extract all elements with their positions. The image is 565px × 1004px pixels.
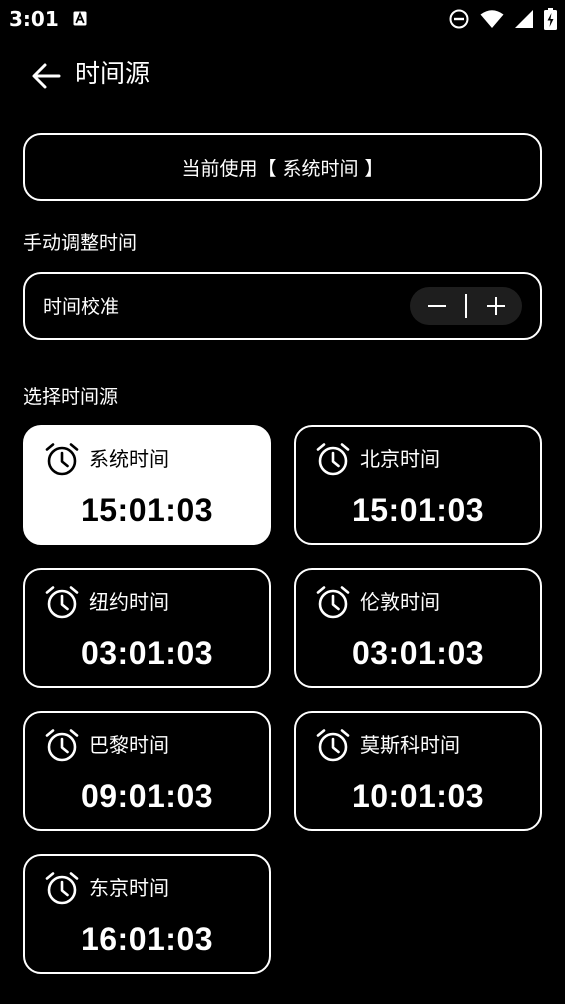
screen: 3:01 时间源 当前使用【 系统时间 】 手动调整时间 时间校准 选择时间源 … [0, 0, 565, 1004]
time-source-card[interactable]: 北京时间 15:01:03 [294, 425, 542, 545]
wifi-icon [480, 10, 504, 28]
time-source-card[interactable]: 伦敦时间 03:01:03 [294, 568, 542, 688]
alarm-clock-icon [316, 443, 350, 476]
plus-icon [487, 297, 505, 315]
source-time: 10:01:03 [351, 778, 485, 814]
source-time: 16:01:03 [80, 921, 214, 957]
stepper-divider [465, 294, 467, 318]
calibration-stepper [410, 287, 522, 325]
source-time: 03:01:03 [351, 635, 485, 671]
status-icons [448, 8, 557, 30]
arrow-left-icon [32, 63, 61, 89]
alarm-clock-icon [45, 729, 79, 762]
dnd-icon [449, 9, 469, 29]
a-notification-icon [73, 11, 87, 26]
back-button[interactable] [26, 56, 66, 96]
status-time: 3:01 [9, 7, 59, 31]
source-time: 03:01:03 [80, 635, 214, 671]
source-time: 15:01:03 [80, 492, 214, 528]
source-name: 莫斯科时间 [360, 733, 460, 757]
source-name: 系统时间 [89, 447, 169, 471]
alarm-clock-icon [316, 586, 350, 619]
time-calibration-label: 时间校准 [43, 296, 120, 318]
alarm-clock-icon [45, 443, 79, 476]
alarm-clock-icon [45, 586, 79, 619]
alarm-clock-icon [45, 872, 79, 905]
time-source-card[interactable]: 系统时间 15:01:03 [23, 425, 271, 545]
source-time: 09:01:03 [80, 778, 214, 814]
manual-adjust-section-label: 手动调整时间 [23, 232, 138, 254]
time-source-card[interactable]: 东京时间 16:01:03 [23, 854, 271, 974]
battery-charging-icon [544, 8, 557, 30]
time-calibration-row: 时间校准 [23, 272, 542, 340]
status-bar: 3:01 [0, 0, 565, 38]
select-source-section-label: 选择时间源 [23, 386, 119, 408]
increase-button[interactable] [477, 287, 515, 325]
current-source-button[interactable]: 当前使用【 系统时间 】 [23, 133, 542, 201]
source-name: 巴黎时间 [89, 733, 169, 757]
current-source-label: 当前使用【 系统时间 】 [181, 157, 384, 180]
alarm-clock-icon [316, 729, 350, 762]
source-time: 15:01:03 [351, 492, 485, 528]
time-source-card[interactable]: 巴黎时间 09:01:03 [23, 711, 271, 831]
time-source-card[interactable]: 莫斯科时间 10:01:03 [294, 711, 542, 831]
source-name: 东京时间 [89, 876, 169, 900]
page-title: 时间源 [75, 59, 151, 88]
signal-icon [515, 10, 533, 28]
source-name: 北京时间 [360, 447, 440, 471]
decrease-button[interactable] [418, 287, 456, 325]
minus-icon [428, 305, 446, 307]
time-source-card[interactable]: 纽约时间 03:01:03 [23, 568, 271, 688]
source-name: 纽约时间 [89, 590, 169, 614]
source-name: 伦敦时间 [360, 590, 440, 614]
